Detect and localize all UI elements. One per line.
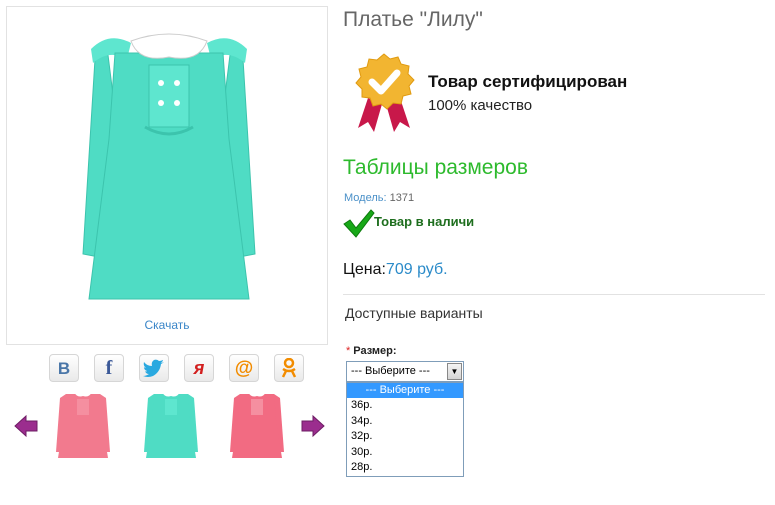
required-mark: * bbox=[346, 345, 351, 357]
size-select[interactable]: --- Выберите --- ▼ bbox=[346, 361, 464, 382]
price-line: Цена:709 руб. bbox=[343, 261, 448, 279]
thumbnail-mint-dress[interactable] bbox=[140, 386, 202, 462]
size-option[interactable]: 28р. bbox=[347, 460, 463, 475]
download-link[interactable]: Скачать bbox=[7, 318, 327, 332]
facebook-share-button[interactable]: f bbox=[94, 354, 124, 382]
price-label: Цена: bbox=[343, 261, 386, 278]
price-value: 709 руб. bbox=[385, 261, 448, 278]
size-option[interactable]: --- Выберите --- bbox=[347, 383, 463, 399]
twitter-icon bbox=[143, 359, 164, 377]
thumbnail-pink-dress-2[interactable] bbox=[226, 386, 288, 462]
mailru-icon: @ bbox=[234, 357, 254, 379]
main-product-image[interactable]: Скачать bbox=[6, 6, 328, 345]
certificate-subtitle: 100% качество bbox=[428, 97, 533, 114]
mailru-share-button[interactable]: @ bbox=[229, 354, 259, 382]
vkontakte-icon: B bbox=[57, 358, 71, 378]
odnoklassniki-icon bbox=[281, 358, 297, 378]
odnoklassniki-share-button[interactable] bbox=[274, 354, 304, 382]
stock-status: Товар в наличи bbox=[374, 214, 475, 229]
twitter-share-button[interactable] bbox=[139, 354, 169, 382]
arrow-right-icon[interactable] bbox=[300, 413, 326, 439]
size-dropdown-list: --- Выберите --- 36р. 34р. 32р. 30р. 28р… bbox=[346, 382, 464, 477]
yaru-share-button[interactable]: я bbox=[184, 354, 214, 382]
thumbnail-pink-dress-1[interactable] bbox=[52, 386, 114, 462]
product-title: Платье "Лилу" bbox=[343, 8, 483, 31]
size-label-text: Размер: bbox=[353, 345, 397, 357]
certificate-badge-icon bbox=[355, 53, 415, 132]
certificate-title: Товар сертифицирован bbox=[428, 72, 628, 91]
green-checkmark-icon bbox=[343, 209, 375, 238]
model-line: Модель: 1371 bbox=[344, 192, 414, 204]
yaru-icon: я bbox=[193, 358, 205, 378]
divider bbox=[343, 294, 765, 295]
model-value: 1371 bbox=[389, 192, 415, 204]
vkontakte-share-button[interactable]: B bbox=[49, 354, 79, 382]
facebook-icon: f bbox=[105, 357, 113, 379]
size-option[interactable]: 34р. bbox=[347, 414, 463, 429]
size-table-link[interactable]: Таблицы размеров bbox=[343, 156, 528, 180]
size-select-value: --- Выберите --- bbox=[351, 365, 430, 377]
options-heading: Доступные варианты bbox=[345, 305, 483, 321]
arrow-left-icon[interactable] bbox=[13, 413, 39, 439]
chevron-down-icon[interactable]: ▼ bbox=[447, 363, 462, 380]
size-option[interactable]: 36р. bbox=[347, 398, 463, 413]
size-option[interactable]: 32р. bbox=[347, 429, 463, 444]
size-label: * Размер: bbox=[346, 345, 397, 357]
share-bar: B f я @ bbox=[0, 354, 340, 384]
dress-image bbox=[82, 33, 256, 300]
size-option[interactable]: 30р. bbox=[347, 445, 463, 460]
model-label: Модель: bbox=[344, 192, 387, 204]
